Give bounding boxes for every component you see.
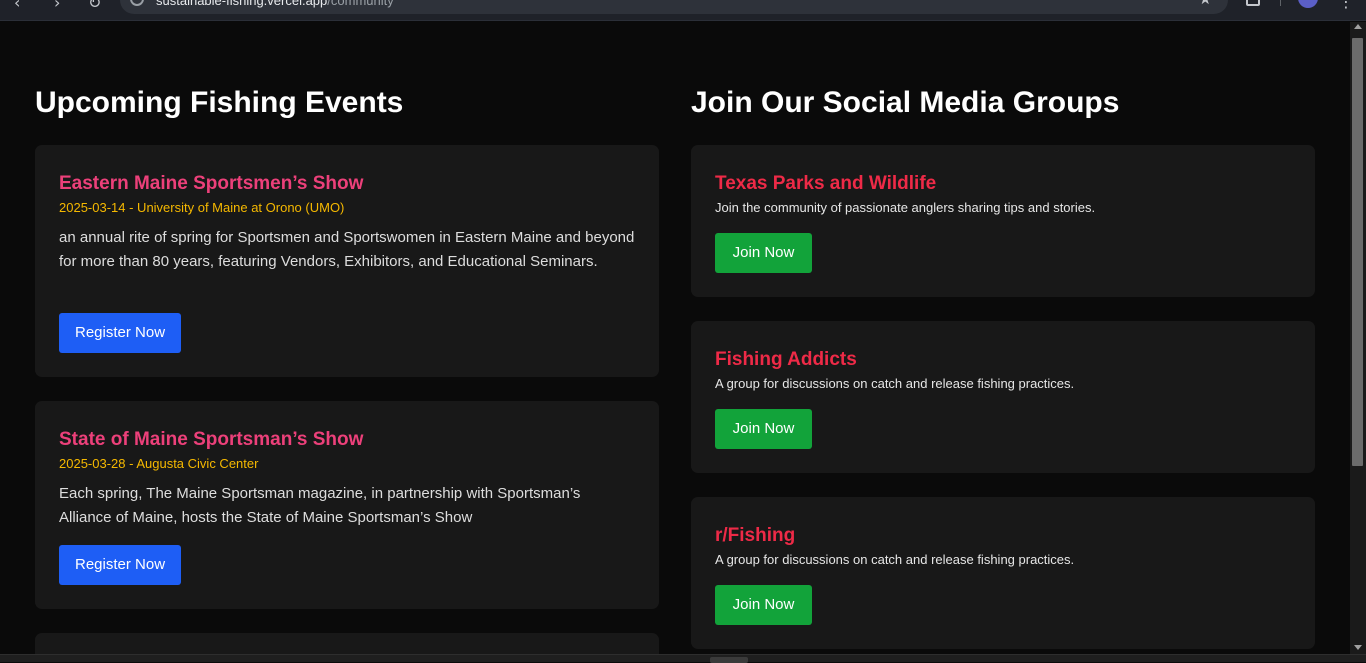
event-card: Eastern Maine Sportsmen’s Show 2025-03-1… xyxy=(35,145,659,377)
forward-arrow-icon[interactable]: › xyxy=(54,0,60,12)
join-now-button[interactable]: Join Now xyxy=(715,409,812,449)
event-description: an annual rite of spring for Sportsmen a… xyxy=(59,229,635,270)
event-title: State of Maine Sportsman’s Show xyxy=(59,429,364,450)
address-bar[interactable]: sustainable-fishing.vercel.app/community… xyxy=(120,0,1228,14)
events-heading: Upcoming Fishing Events xyxy=(35,86,404,119)
register-now-button[interactable]: Register Now xyxy=(59,545,182,585)
address-url[interactable]: sustainable-fishing.vercel.app/community xyxy=(156,0,394,8)
community-page: Upcoming Fishing Events Eastern Maine Sp… xyxy=(0,22,1350,654)
toolbar-divider xyxy=(1280,0,1281,6)
back-arrow-icon[interactable]: ‹ xyxy=(14,0,20,12)
horizontal-scrollbar-thumb[interactable] xyxy=(710,657,748,663)
group-description: A group for discussions on catch and rel… xyxy=(715,552,1075,567)
event-card: State of Maine Sportsman’s Show 2025-03-… xyxy=(35,401,659,609)
group-description: A group for discussions on catch and rel… xyxy=(715,376,1075,391)
register-now-button[interactable]: Register Now xyxy=(59,313,182,353)
group-name: Fishing Addicts xyxy=(715,349,857,370)
event-date-location: 2025-03-14 - University of Maine at Oron… xyxy=(59,200,345,215)
bookmark-star-icon[interactable]: ★ xyxy=(1199,0,1212,8)
scroll-up-arrow-icon[interactable] xyxy=(1354,24,1362,29)
reload-icon[interactable]: ↻ xyxy=(88,0,101,12)
group-card: Texas Parks and Wildlife Join the commun… xyxy=(691,145,1315,297)
event-title: Eastern Maine Sportsmen’s Show xyxy=(59,173,364,194)
event-description: Each spring, The Maine Sportsman magazin… xyxy=(59,485,581,526)
group-name: Texas Parks and Wildlife xyxy=(715,173,937,194)
event-date-location: 2025-03-28 - Augusta Civic Center xyxy=(59,456,259,471)
groups-heading: Join Our Social Media Groups xyxy=(691,86,1120,119)
site-info-icon[interactable] xyxy=(130,0,144,6)
horizontal-scrollbar[interactable] xyxy=(0,654,1366,663)
event-card xyxy=(35,633,659,654)
vertical-scrollbar[interactable] xyxy=(1350,22,1366,654)
browser-menu-icon[interactable]: ⋮ xyxy=(1338,0,1354,11)
group-name: r/Fishing xyxy=(715,525,796,546)
scroll-down-arrow-icon[interactable] xyxy=(1354,645,1362,650)
join-now-button[interactable]: Join Now xyxy=(715,585,812,625)
extensions-icon[interactable] xyxy=(1246,0,1260,6)
group-card: Fishing Addicts A group for discussions … xyxy=(691,321,1315,473)
group-description: Join the community of passionate anglers… xyxy=(715,200,1096,215)
group-card: r/Fishing A group for discussions on cat… xyxy=(691,497,1315,649)
scrollbar-thumb[interactable] xyxy=(1352,38,1363,466)
browser-toolbar: ‹ › ↻ sustainable-fishing.vercel.app/com… xyxy=(0,0,1366,21)
join-now-button[interactable]: Join Now xyxy=(715,233,812,273)
profile-avatar[interactable] xyxy=(1298,0,1318,8)
